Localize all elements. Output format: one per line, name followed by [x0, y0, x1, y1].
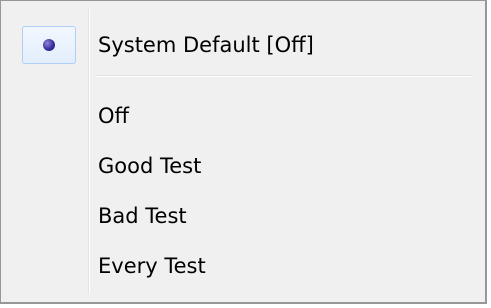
menu-item-label: Good Test — [98, 154, 202, 178]
context-menu: System Default [Off] Off Good Test Bad T… — [0, 0, 487, 304]
menu-item-label: Every Test — [98, 254, 206, 278]
radio-bullet-icon — [43, 39, 55, 51]
menu-item-label: Off — [98, 104, 129, 128]
menu-item-good-test[interactable]: Good Test — [5, 142, 479, 190]
menu-item-off[interactable]: Off — [5, 92, 479, 140]
menu-item-system-default[interactable]: System Default [Off] — [5, 21, 479, 69]
menu-item-bad-test[interactable]: Bad Test — [5, 192, 479, 240]
menu-item-every-test[interactable]: Every Test — [5, 242, 479, 290]
menu-item-label: Bad Test — [98, 204, 187, 228]
menu-separator — [97, 75, 473, 77]
menu-item-label: System Default [Off] — [98, 33, 314, 57]
selected-indicator — [22, 26, 76, 64]
